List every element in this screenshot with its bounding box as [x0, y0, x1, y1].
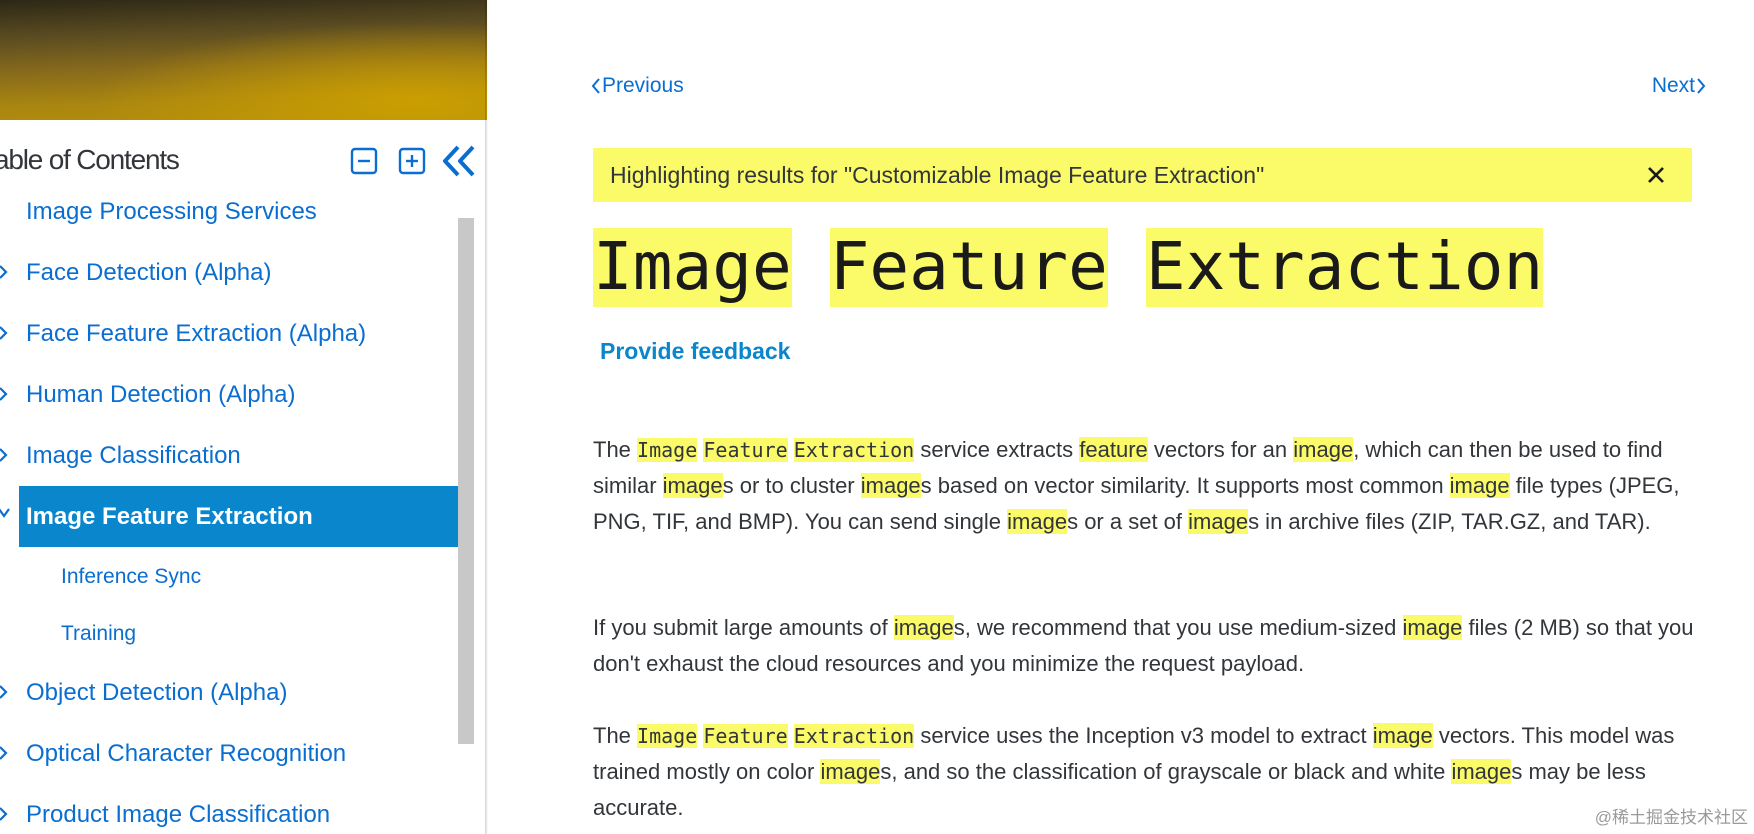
toc-scrollbar[interactable]: [458, 218, 474, 744]
toc-item-object-detection[interactable]: Object Detection (Alpha): [0, 662, 460, 723]
collapse-all-icon[interactable]: [350, 147, 378, 175]
search-hit: image: [860, 473, 921, 498]
toc-item-human-detection[interactable]: Human Detection (Alpha): [0, 364, 460, 425]
search-highlight-banner: Highlighting results for "Customizable I…: [593, 148, 1692, 202]
text-run: vectors for an: [1147, 437, 1294, 462]
chevron-right-icon[interactable]: [0, 805, 8, 823]
sidebar-banner-image: [0, 0, 487, 120]
toc-item-inference-sync[interactable]: Inference Sync: [0, 547, 460, 608]
toc-item-label: Optical Character Recognition: [26, 740, 347, 767]
chevron-right-icon[interactable]: [0, 263, 8, 281]
text-run: service extracts: [914, 437, 1080, 462]
search-hit: image: [1293, 437, 1354, 462]
toc-item-label: Face Detection (Alpha): [26, 259, 272, 286]
paragraph-intro: The Image Feature Extraction service ext…: [593, 437, 1680, 534]
chevron-right-icon[interactable]: [0, 385, 8, 403]
toc-item-image-classification[interactable]: Image Classification: [0, 425, 460, 486]
chevron-right-icon[interactable]: [0, 324, 8, 342]
text-run: s or a set of: [1067, 509, 1189, 534]
previous-label: Previous: [602, 74, 684, 97]
text-run: If you submit large amounts of: [593, 615, 894, 640]
search-hit: image: [820, 759, 881, 784]
code-term: Extraction: [793, 724, 915, 748]
toc-item-optical-character-recognition[interactable]: Optical Character Recognition: [0, 723, 460, 784]
chevron-left-icon: [591, 78, 600, 94]
search-hit: image: [1007, 509, 1068, 534]
toc-item-label: Training: [61, 622, 137, 645]
toc-item-label: Image Feature Extraction: [26, 503, 313, 530]
text-run: s in archive files (ZIP, TAR.GZ, and TAR…: [1248, 509, 1651, 534]
main-content: Previous Next Highlighting results for "…: [590, 0, 1706, 834]
toc-item-training[interactable]: Training: [0, 604, 460, 665]
chevron-down-icon[interactable]: [0, 507, 10, 519]
toc-item-label: Image Processing Services: [26, 198, 317, 225]
toc-item-face-feature-extraction[interactable]: Face Feature Extraction (Alpha): [0, 303, 460, 364]
toc-item-label: Human Detection (Alpha): [26, 381, 296, 408]
sidebar-divider: [485, 0, 488, 834]
chevron-right-icon: [1697, 78, 1706, 94]
toc-item-image-processing-services[interactable]: Image Processing Services: [0, 181, 460, 242]
toc-item-label: Image Classification: [26, 442, 241, 469]
toc-title: able of Contents: [0, 144, 180, 175]
expand-all-icon[interactable]: [398, 147, 426, 175]
page-title: Image Feature Extraction: [593, 228, 1544, 308]
toc-item-image-feature-extraction[interactable]: Image Feature Extraction: [19, 486, 459, 547]
code-term: Image: [637, 438, 698, 462]
search-hit: image: [1372, 723, 1433, 748]
code-term: Image: [637, 724, 698, 748]
toc-item-label: Face Feature Extraction (Alpha): [26, 320, 367, 347]
toc-item-product-image-classification[interactable]: Product Image Classification: [0, 784, 460, 834]
chevron-right-icon[interactable]: [0, 744, 8, 762]
toc-item-label: Inference Sync: [61, 565, 202, 588]
title-word: Image: [593, 228, 792, 307]
sidebar: able of Contents Image Processing Servic…: [0, 0, 487, 834]
previous-link[interactable]: Previous: [590, 74, 684, 98]
code-term: Feature: [703, 724, 788, 748]
toc-item-label: Product Image Classification: [26, 801, 331, 828]
paragraph-recommendation: If you submit large amounts of images, w…: [593, 610, 1703, 682]
highlight-banner-text: Highlighting results for "Customizable I…: [610, 162, 1265, 188]
toc-item-face-detection[interactable]: Face Detection (Alpha): [0, 242, 460, 303]
chevron-right-icon[interactable]: [0, 683, 8, 701]
text-run: s, we recommend that you use medium-size…: [953, 615, 1403, 640]
search-hit: image: [1449, 473, 1510, 498]
watermark: @稀土掘金技术社区: [1594, 808, 1748, 827]
code-term: Extraction: [793, 438, 915, 462]
search-hit: image: [1451, 759, 1512, 784]
text-run: s or to cluster: [722, 473, 861, 498]
toc-item-label: Object Detection (Alpha): [26, 679, 288, 706]
paragraph-model: The Image Feature Extraction service use…: [593, 723, 1675, 820]
chevron-right-icon[interactable]: [0, 446, 8, 464]
next-label: Next: [1651, 74, 1695, 97]
next-link[interactable]: Next: [1652, 74, 1707, 98]
search-hit: image: [893, 615, 954, 640]
search-hit: image: [1188, 509, 1249, 534]
text-run: s, and so the classification of grayscal…: [880, 759, 1452, 784]
title-word: Extraction: [1145, 228, 1544, 307]
search-hit: image: [1402, 615, 1463, 640]
close-icon[interactable]: [1644, 163, 1668, 187]
search-hit: feature: [1079, 437, 1148, 462]
search-hit: image: [662, 473, 723, 498]
text-run: service uses the Inception v3 model to e…: [914, 723, 1373, 748]
code-term: Feature: [703, 438, 788, 462]
text-run: s based on vector similarity. It support…: [920, 473, 1450, 498]
provide-feedback-link[interactable]: Provide feedback: [600, 338, 790, 365]
title-word: Feature: [829, 228, 1108, 307]
hide-toc-icon[interactable]: [440, 143, 478, 179]
